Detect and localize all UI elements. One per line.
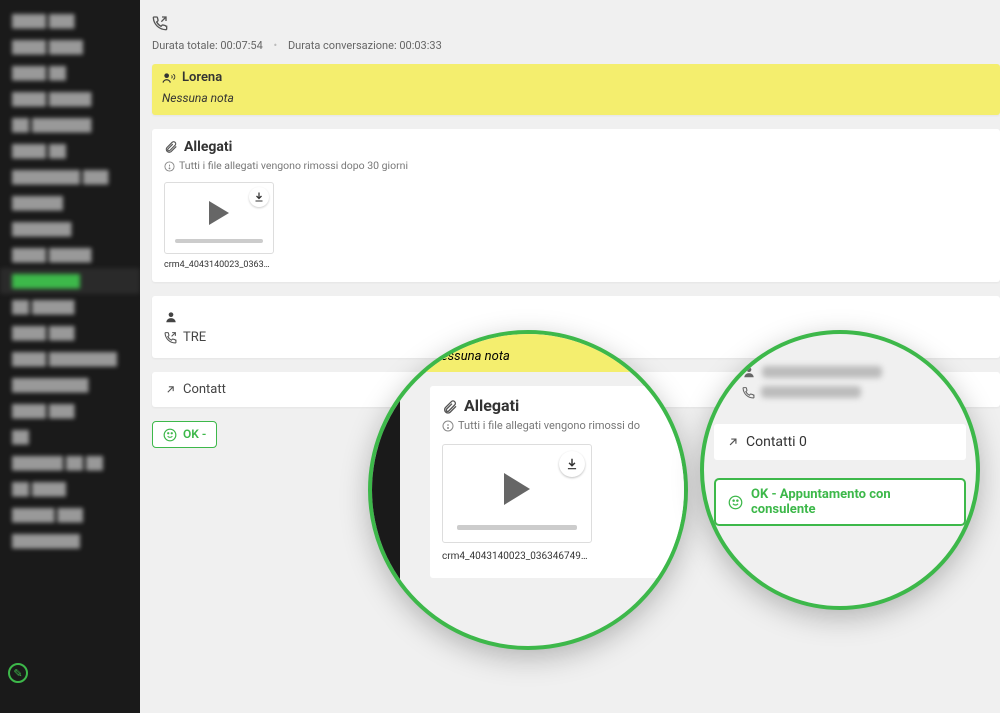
sidebar: ████ ███ ████ ████ ████ ██ ████ █████ ██… [0, 0, 140, 713]
call-type-icon [152, 8, 1000, 35]
contacts-label: Contatt [183, 382, 226, 397]
sidebar-item[interactable]: ████ ████ [0, 34, 140, 60]
main-content: Durata totale: 00:07:54 • Durata convers… [140, 0, 1000, 713]
zoom-attachments-card: Allegati Tutti i file allegati vengono r… [430, 386, 688, 578]
sidebar-item-active[interactable]: ████████ [0, 268, 140, 294]
call-out-icon [164, 330, 177, 345]
total-duration-value: 00:07:54 [220, 39, 262, 52]
conv-duration-label: Durata conversazione: [288, 39, 397, 52]
sidebar-item[interactable]: ████████ ███ [0, 164, 140, 190]
download-button[interactable] [249, 187, 269, 207]
note-body: Nessuna nota [162, 85, 990, 105]
call-meta: Durata totale: 00:07:54 • Durata convers… [152, 35, 1000, 64]
voice-icon [162, 70, 176, 85]
arrow-up-right-icon [726, 434, 740, 450]
sidebar-item[interactable]: ████████ [0, 528, 140, 554]
zoom-note-body: Nessuna nota [432, 349, 688, 364]
person-icon [164, 309, 178, 324]
carrier-value: TRE [183, 330, 206, 345]
status-label: OK - [183, 427, 206, 441]
sidebar-item[interactable]: ██ ████ [0, 476, 140, 502]
sidebar-item[interactable]: ██ ███████ [0, 112, 140, 138]
sidebar-item[interactable]: ████ ██ [0, 138, 140, 164]
download-button[interactable] [559, 451, 585, 477]
conv-duration-value: 00:03:33 [399, 39, 441, 52]
note-card: Lorena Nessuna nota [152, 64, 1000, 115]
sidebar-item[interactable]: ██████ [0, 190, 140, 216]
sidebar-item[interactable]: ██ █████ [0, 294, 140, 320]
lens-sidebar-strip [368, 330, 400, 650]
arrow-up-right-icon [164, 382, 177, 397]
progress-bar[interactable] [457, 525, 577, 530]
sidebar-item[interactable]: ██████ ██ ██ [0, 450, 140, 476]
smile-icon [728, 494, 743, 509]
smile-icon [163, 427, 177, 442]
zoom-contacts-label: Contatti 0 [746, 434, 807, 450]
zoom-status-label: OK - Appuntamento con consulente [751, 487, 952, 517]
total-duration-label: Durata totale: [152, 39, 218, 52]
attachments-note: Tutti i file allegati vengono rimossi do… [179, 159, 408, 172]
sidebar-item[interactable]: ████ ███ [0, 8, 140, 34]
status-pill[interactable]: OK - [152, 421, 217, 448]
sidebar-item[interactable]: █████████ [0, 372, 140, 398]
zoom-status-pill[interactable]: OK - Appuntamento con consulente [714, 478, 966, 526]
attachment-icon [164, 139, 178, 155]
note-name: Lorena [182, 70, 222, 85]
zoom-lens-right: Contatti 0 OK - Appuntamento con consule… [700, 330, 980, 610]
zoom-attachments-note: Tutti i file allegati vengono rimossi do [458, 419, 640, 432]
play-icon[interactable] [209, 201, 229, 225]
attachment-filename: crm4_4043140023_036346749… [164, 260, 274, 270]
sidebar-item[interactable]: ████ █████ [0, 86, 140, 112]
play-icon[interactable] [504, 473, 530, 505]
zoom-lens-left: . . Fabbri Nessuna nota Allegati [368, 330, 688, 650]
sidebar-item[interactable]: ████ ███ [0, 398, 140, 424]
zoom-attachment-filename: crm4_4043140023_036346749… [442, 551, 592, 562]
attachments-card: Allegati Tutti i file allegati vengono r… [152, 129, 1000, 282]
sidebar-item[interactable]: ████ ███ [0, 320, 140, 346]
progress-bar[interactable] [175, 239, 263, 243]
zoom-blurred-info [742, 362, 882, 402]
sidebar-item[interactable]: ████ █████ [0, 242, 140, 268]
info-icon [442, 419, 454, 432]
sidebar-item[interactable]: ████ ████████ [0, 346, 140, 372]
sidebar-item[interactable]: ███████ [0, 216, 140, 242]
info-icon [164, 159, 175, 172]
attachment-item[interactable] [164, 182, 274, 254]
sidebar-item[interactable]: ██ [0, 424, 140, 450]
attachments-title: Allegati [184, 139, 232, 155]
sidebar-item[interactable]: ████ ██ [0, 60, 140, 86]
zoom-note-card: . . Fabbri Nessuna nota [420, 330, 688, 372]
status-indicator-icon[interactable]: ✎ [8, 663, 28, 683]
zoom-attachment-item[interactable] [442, 444, 592, 543]
zoom-note-name: . . Fabbri [432, 332, 688, 347]
attachment-icon [442, 396, 458, 415]
zoom-attachments-title: Allegati [464, 396, 519, 415]
zoom-contacts-card[interactable]: Contatti 0 [714, 424, 966, 460]
sidebar-item[interactable]: █████ ███ [0, 502, 140, 528]
separator: • [274, 39, 278, 52]
